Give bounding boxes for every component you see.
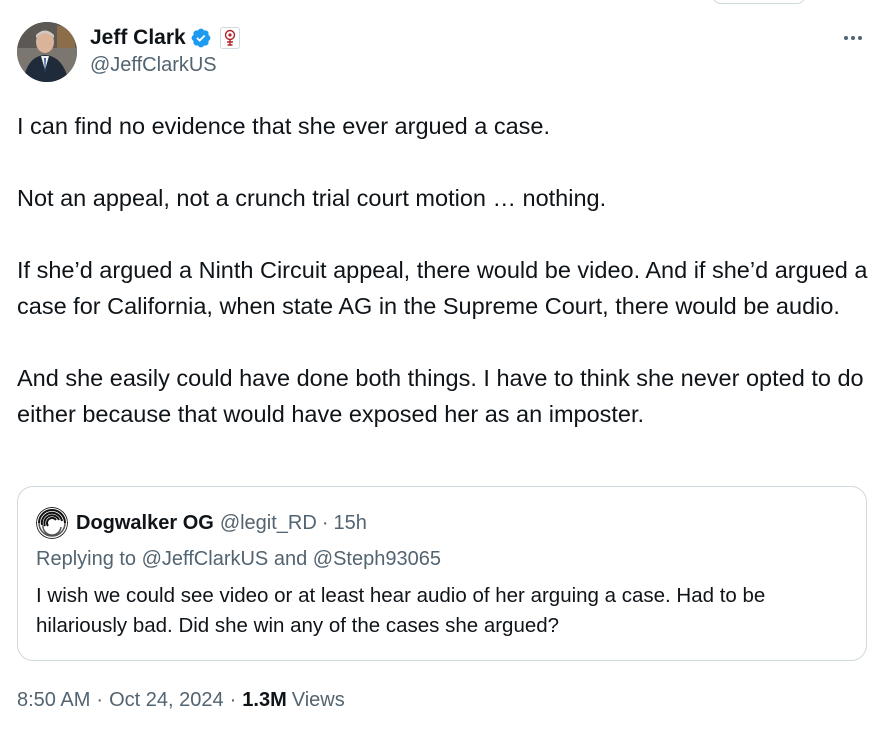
tweet-time[interactable]: 8:50 AM: [17, 689, 90, 712]
tweet-paragraph-2: Not an appeal, not a crunch trial court …: [17, 185, 607, 211]
quoted-author-display-name[interactable]: Dogwalker OG: [76, 512, 214, 535]
tweet-header: Jeff Clark @JeffClarkUS: [17, 22, 868, 84]
author-name-row: Jeff Clark: [90, 25, 240, 51]
replying-to-user-1[interactable]: @JeffClarkUS: [142, 548, 269, 570]
views-count[interactable]: 1.3M: [242, 689, 286, 712]
top-pill-button[interactable]: [712, 0, 806, 4]
affiliation-badge-icon[interactable]: [219, 27, 240, 49]
quoted-author-avatar[interactable]: [36, 507, 68, 539]
quoted-tweet-text: I wish we could see video or at least he…: [36, 584, 766, 637]
meta-separator: ·: [229, 688, 237, 711]
author-handle[interactable]: @JeffClarkUS: [90, 54, 240, 77]
more-dot: [858, 36, 862, 40]
verified-badge-icon[interactable]: [190, 27, 212, 49]
tweet-body: I can find no evidence that she ever arg…: [17, 108, 872, 432]
views-label: Views: [291, 688, 345, 711]
more-dot: [851, 36, 855, 40]
quoted-tweet-header: Dogwalker OG @legit_RD · 15h: [36, 507, 367, 539]
replying-to-user-2[interactable]: @Steph93065: [313, 548, 441, 570]
tweet-paragraph-4: And she easily could have done both thin…: [17, 365, 864, 427]
author-avatar[interactable]: [17, 22, 77, 82]
quoted-replying-to: Replying to @JeffClarkUS and @Steph93065: [36, 548, 441, 571]
quoted-author-handle[interactable]: @legit_RD: [220, 512, 317, 535]
quoted-timestamp[interactable]: 15h: [334, 512, 367, 535]
quoted-tweet-card[interactable]: Dogwalker OG @legit_RD · 15h Replying to…: [17, 486, 867, 661]
more-dot: [844, 36, 848, 40]
tweet-date[interactable]: Oct 24, 2024: [109, 689, 224, 712]
quoted-separator: ·: [321, 511, 329, 534]
tweet-paragraph-1: I can find no evidence that she ever arg…: [17, 113, 551, 139]
author-info: Jeff Clark @JeffClarkUS: [90, 25, 240, 77]
tweet-paragraph-3: If she’d argued a Ninth Circuit appeal, …: [17, 257, 868, 319]
more-options-icon[interactable]: [838, 28, 868, 48]
author-display-name[interactable]: Jeff Clark: [90, 26, 186, 50]
replying-to-and: and: [273, 548, 308, 570]
tweet-meta: 8:50 AM · Oct 24, 2024 · 1.3M Views: [17, 686, 345, 714]
replying-to-label: Replying to: [36, 548, 137, 570]
meta-separator: ·: [96, 688, 104, 711]
